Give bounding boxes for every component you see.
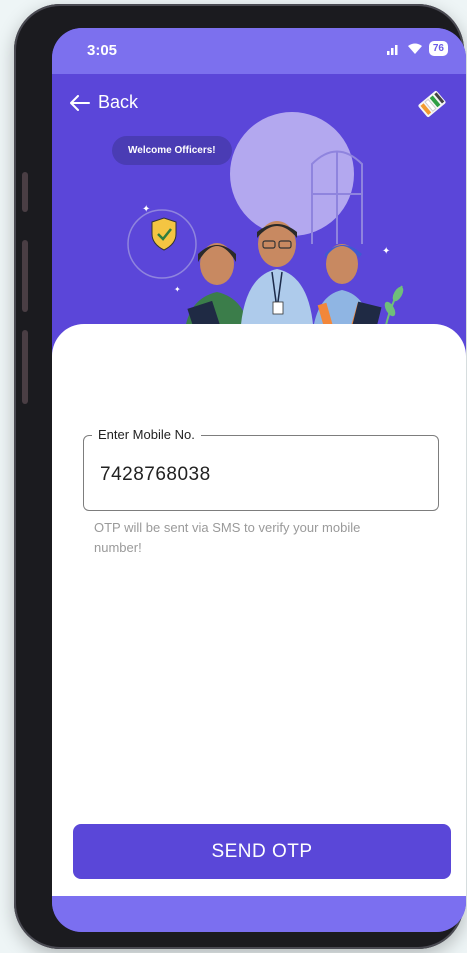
svg-text:✦: ✦ [174,285,181,294]
hero-banner: Back ✦ ✦ ✦ Welcome Officers! [52,74,466,334]
phone-power-button [22,330,28,404]
phone-frame: 3:05 76 Back ✦ ✦ ✦ Welcome Officers! Ent… [14,4,466,949]
app-screen: 3:05 76 Back ✦ ✦ ✦ Welcome Officers! Ent… [52,28,466,932]
battery-icon: 76 [428,41,448,56]
status-time: 3:05 [87,42,118,59]
wifi-icon [407,43,422,54]
otp-helper-text: OTP will be sent via SMS to verify your … [94,520,361,555]
send-otp-button[interactable]: SEND OTP [73,824,451,879]
arrow-left-icon [70,94,90,111]
status-icons: 76 [386,41,448,56]
svg-text:✦: ✦ [382,246,390,257]
status-bar: 3:05 76 [52,28,466,74]
mobile-field[interactable]: Enter Mobile No. [83,427,439,511]
login-card: Enter Mobile No. OTP will be sent via SM… [52,324,466,896]
svg-text:✦: ✦ [142,204,150,215]
phone-side-button [22,172,28,212]
bottom-bar [52,896,466,932]
phone-volume-button [22,240,28,312]
welcome-badge: Welcome Officers! [112,136,232,165]
mobile-field-label: Enter Mobile No. [92,427,201,442]
signal-icon [386,44,398,55]
mobile-input[interactable] [100,464,420,486]
